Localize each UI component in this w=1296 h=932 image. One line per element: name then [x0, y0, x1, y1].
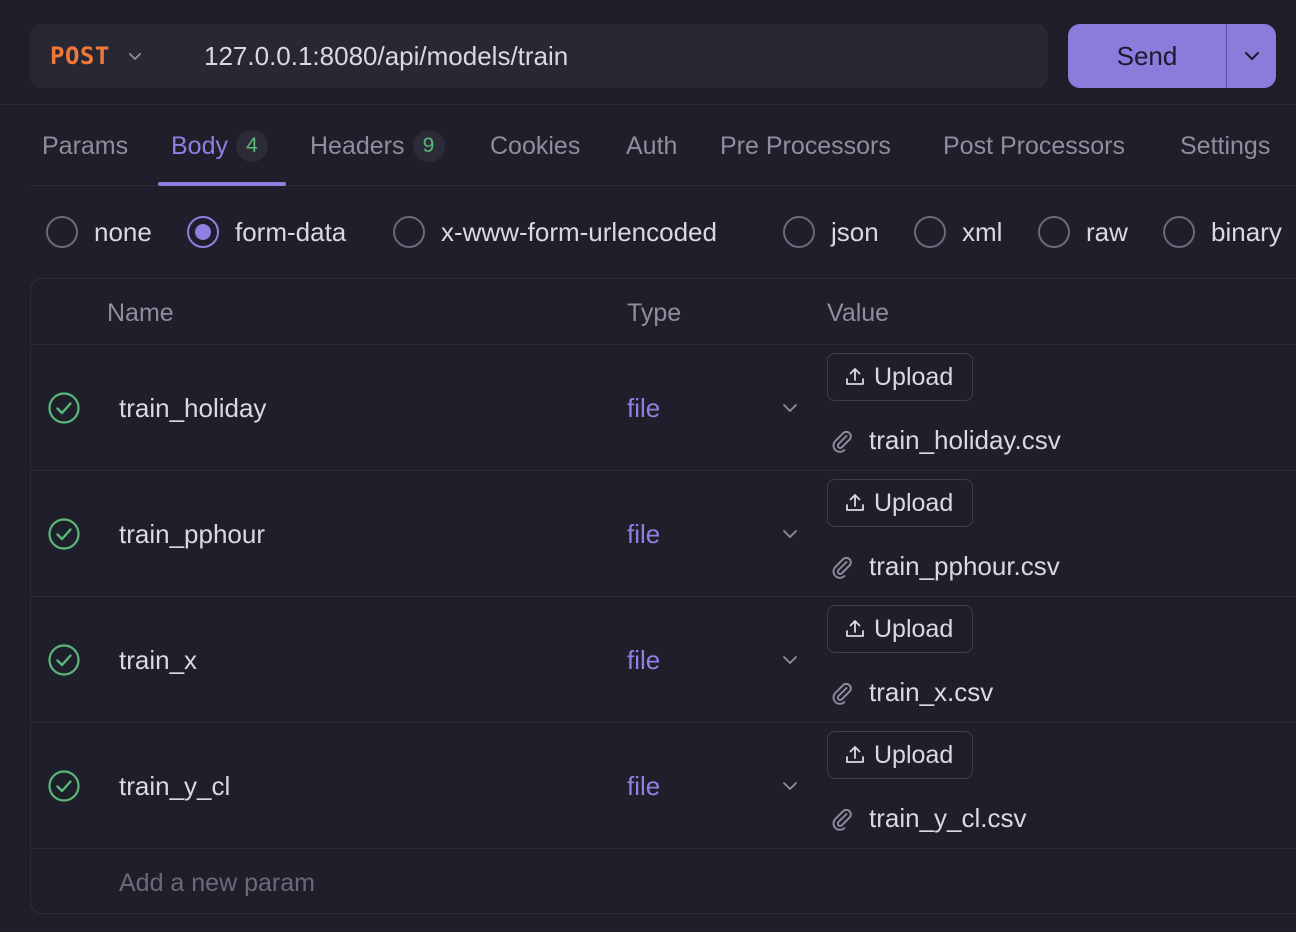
table-header: Name Type Value [31, 279, 1296, 345]
tab-cookies[interactable]: Cookies [490, 106, 580, 186]
file-name: train_x.csv [869, 677, 994, 707]
table-row: train_y_cl file Upload train_y_cl.csv [31, 723, 1296, 849]
upload-button[interactable]: Upload [827, 353, 973, 401]
add-param-input[interactable]: Add a new param [119, 869, 315, 898]
send-options-button[interactable] [1227, 24, 1276, 88]
radio-x-www-form-urlencoded[interactable]: x-www-form-urlencoded [393, 214, 717, 250]
paperclip-icon [832, 808, 852, 831]
tab-post-processors[interactable]: Post Processors [943, 106, 1125, 186]
upload-button[interactable]: Upload [827, 605, 973, 653]
radio-raw[interactable]: raw [1038, 214, 1128, 250]
param-name[interactable]: train_holiday [119, 393, 266, 424]
chevron-down-icon[interactable] [781, 777, 799, 795]
upload-icon [846, 746, 864, 763]
attached-file: train_pphour.csv [829, 551, 1060, 582]
file-name: train_holiday.csv [869, 425, 1061, 455]
request-bar: POST Send [0, 0, 1296, 105]
radio-circle [46, 216, 78, 248]
method-selector[interactable]: POST [30, 24, 180, 88]
headers-count-badge: 9 [412, 130, 445, 162]
check-circle-icon[interactable] [47, 391, 81, 425]
upload-icon [846, 494, 864, 511]
param-type[interactable]: file [627, 393, 660, 424]
param-type[interactable]: file [627, 645, 660, 676]
body-count-badge: 4 [235, 130, 268, 162]
url-input[interactable] [180, 24, 1048, 88]
param-type[interactable]: file [627, 771, 660, 802]
tab-body[interactable]: Body 4 [171, 106, 268, 186]
url-box: POST [30, 24, 1048, 88]
radio-form-data[interactable]: form-data [187, 214, 346, 250]
upload-button[interactable]: Upload [827, 731, 973, 779]
radio-circle [393, 216, 425, 248]
radio-binary[interactable]: binary [1163, 214, 1282, 250]
column-header-value: Value [827, 299, 890, 327]
upload-button[interactable]: Upload [827, 479, 973, 527]
radio-circle [783, 216, 815, 248]
radio-xml[interactable]: xml [914, 214, 1002, 250]
upload-icon [846, 368, 864, 385]
table-row: train_x file Upload train_x.csv [31, 597, 1296, 723]
chevron-down-icon [128, 49, 142, 63]
paperclip-icon [832, 430, 852, 453]
form-data-table: Name Type Value train_holiday file Uploa… [30, 278, 1296, 914]
body-type-selector: none form-data x-www-form-urlencoded jso… [0, 186, 1296, 278]
file-name: train_pphour.csv [869, 551, 1060, 581]
tab-headers[interactable]: Headers 9 [310, 106, 445, 186]
attached-file: train_y_cl.csv [829, 803, 1027, 834]
param-name[interactable]: train_y_cl [119, 771, 230, 802]
column-header-type: Type [627, 299, 682, 327]
chevron-down-icon[interactable] [781, 651, 799, 669]
check-circle-icon[interactable] [47, 769, 81, 803]
tab-params[interactable]: Params [42, 106, 128, 186]
param-name[interactable]: train_pphour [119, 519, 265, 550]
chevron-down-icon [1244, 52, 1259, 60]
paperclip-icon [832, 556, 852, 579]
radio-circle-checked [187, 216, 219, 248]
attached-file: train_holiday.csv [829, 425, 1061, 456]
tab-auth[interactable]: Auth [626, 106, 677, 186]
upload-icon [846, 620, 864, 637]
send-button[interactable]: Send [1068, 24, 1226, 88]
table-row: train_pphour file Upload train_pphour.cs… [31, 471, 1296, 597]
tab-settings[interactable]: Settings [1180, 106, 1270, 186]
send-group: Send [1068, 24, 1276, 88]
attached-file: train_x.csv [829, 677, 993, 708]
tab-pre-processors[interactable]: Pre Processors [720, 106, 891, 186]
radio-circle [1038, 216, 1070, 248]
check-circle-icon[interactable] [47, 517, 81, 551]
file-name: train_y_cl.csv [869, 803, 1027, 833]
param-name[interactable]: train_x [119, 645, 197, 676]
radio-circle [1163, 216, 1195, 248]
radio-none[interactable]: none [46, 214, 152, 250]
request-tabs: Params Body 4 Headers 9 Cookies Auth Pre… [30, 106, 1296, 186]
radio-circle [914, 216, 946, 248]
check-circle-icon[interactable] [47, 643, 81, 677]
radio-json[interactable]: json [783, 214, 879, 250]
method-label: POST [50, 42, 110, 70]
chevron-down-icon[interactable] [781, 399, 799, 417]
paperclip-icon [832, 682, 852, 705]
column-header-name: Name [107, 299, 174, 327]
table-row: train_holiday file Upload train_holiday.… [31, 345, 1296, 471]
chevron-down-icon[interactable] [781, 525, 799, 543]
param-type[interactable]: file [627, 519, 660, 550]
